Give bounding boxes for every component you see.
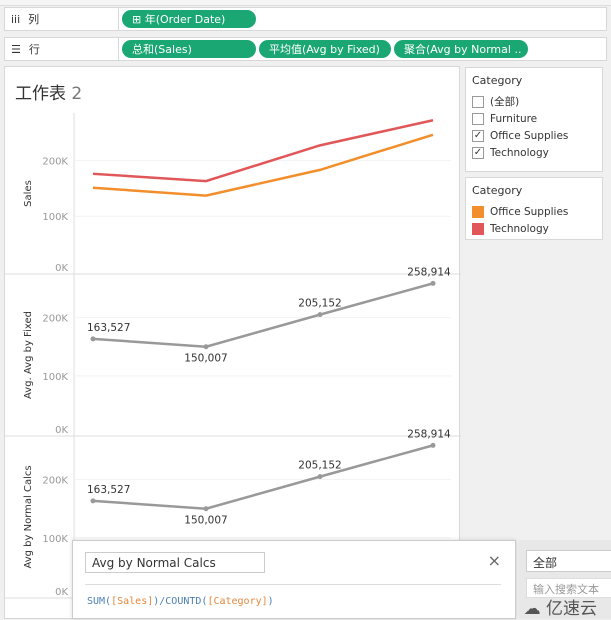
rows-icon: ☰: [11, 42, 21, 56]
pill-avg-normal[interactable]: 聚合(Avg by Normal ..: [394, 40, 528, 58]
y-axis-title: Sales: [23, 180, 34, 207]
data-point[interactable]: [203, 506, 209, 512]
checkbox[interactable]: ✓: [472, 129, 484, 142]
series-line[interactable]: [92, 444, 434, 510]
category-filter: Category (全部) Furniture ✓ Office Supplies ✓ T…: [465, 67, 603, 172]
data-point[interactable]: [90, 498, 96, 504]
y-tick-label: 0K: [55, 425, 68, 436]
y-tick-label: 200K: [42, 156, 68, 167]
legend-item-label: Office Supplies: [490, 205, 569, 218]
filter-title: Category: [472, 74, 523, 87]
chart-area: 0K 100K 200K Sales 0K 100K 200K Avg. Avg by Fix…: [5, 113, 461, 599]
columns-icon: iii: [11, 12, 21, 26]
data-label: 163,527: [87, 322, 130, 334]
columns-shelf[interactable]: iii 列 ⊞ 年(Order Date): [4, 7, 607, 31]
formula-fn: )/COUNTD(: [153, 596, 208, 607]
data-label: 150,007: [184, 353, 227, 365]
calc-name-input[interactable]: Avg by Normal Calcs: [85, 552, 265, 573]
filter-item[interactable]: ✓ Office Supplies: [466, 127, 602, 144]
color-swatch: [472, 205, 484, 218]
y-tick-label: 100K: [42, 534, 68, 545]
data-point[interactable]: [430, 280, 436, 286]
close-icon[interactable]: ×: [488, 551, 501, 570]
pill-avg-fixed[interactable]: 平均值(Avg by Fixed): [259, 40, 391, 58]
y-tick-label: 100K: [42, 372, 68, 383]
color-swatch: [472, 222, 484, 235]
legend-item-label: Technology: [490, 222, 549, 235]
data-label: 258,914: [407, 428, 451, 440]
data-point[interactable]: [203, 344, 209, 350]
y-tick-label: 200K: [42, 476, 68, 487]
filter-item[interactable]: ✓ Technology: [466, 144, 602, 161]
data-label: 258,914: [407, 266, 451, 278]
filter-item-label: (全部): [490, 96, 520, 108]
filter-item-label: Technology: [490, 146, 549, 159]
formula-fn: SUM(: [87, 596, 112, 607]
pill-sales[interactable]: 总和(Sales): [122, 40, 256, 58]
pill-order-date[interactable]: ⊞ 年(Order Date): [122, 10, 256, 28]
formula-editor[interactable]: SUM([Sales])/COUNTD([Category]): [87, 596, 274, 607]
series-line[interactable]: [92, 133, 434, 197]
data-point[interactable]: [90, 336, 96, 342]
rows-label: 行: [28, 43, 40, 56]
y-tick-label: 0K: [55, 587, 68, 598]
y-tick-label: 100K: [42, 212, 68, 223]
filter-item[interactable]: (全部): [466, 93, 602, 110]
data-label: 205,152: [298, 460, 341, 472]
formula-field: [Sales]: [111, 596, 154, 607]
checkbox[interactable]: [472, 95, 484, 108]
calc-editor: Avg by Normal Calcs × SUM([Sales])/COUNT…: [72, 540, 516, 619]
y-axis-title: Avg by Normal Calcs: [23, 465, 34, 568]
data-point[interactable]: [317, 312, 323, 318]
data-label: 163,527: [87, 484, 130, 496]
all-select[interactable]: 全部: [526, 550, 611, 572]
toolbar-strip: [0, 0, 611, 6]
color-legend: Category Office Supplies Technology: [465, 177, 603, 240]
legend-item[interactable]: Technology: [466, 220, 602, 237]
checkbox[interactable]: ✓: [472, 146, 484, 159]
checkbox[interactable]: [472, 112, 484, 125]
watermark-logo: ☁ 亿速云: [523, 599, 597, 619]
filter-item[interactable]: Furniture: [466, 110, 602, 127]
formula-fn: ): [267, 596, 274, 607]
divider: [85, 584, 501, 585]
legend-item[interactable]: Office Supplies: [466, 203, 602, 220]
columns-label: 列: [28, 13, 40, 26]
y-tick-label: 0K: [55, 263, 68, 274]
y-tick-label: 200K: [42, 314, 68, 325]
data-label: 205,152: [298, 298, 341, 310]
series-line[interactable]: [92, 282, 434, 348]
rows-shelf[interactable]: ☰ 行 总和(Sales) 平均值(Avg by Fixed) 聚合(Avg by…: [4, 37, 607, 61]
y-axis-title: Avg. Avg by Fixed: [23, 311, 34, 399]
data-label: 150,007: [184, 515, 227, 527]
data-point[interactable]: [317, 474, 323, 480]
worksheet: 工作表 2 0K 100K 200K Sales 0K 100K 200K Avg. Avg …: [4, 66, 461, 619]
formula-field: [Category]: [207, 596, 268, 607]
data-point[interactable]: [430, 442, 436, 448]
filter-item-label: Furniture: [490, 112, 538, 125]
legend-title: Category: [472, 184, 523, 197]
filter-item-label: Office Supplies: [490, 129, 569, 142]
